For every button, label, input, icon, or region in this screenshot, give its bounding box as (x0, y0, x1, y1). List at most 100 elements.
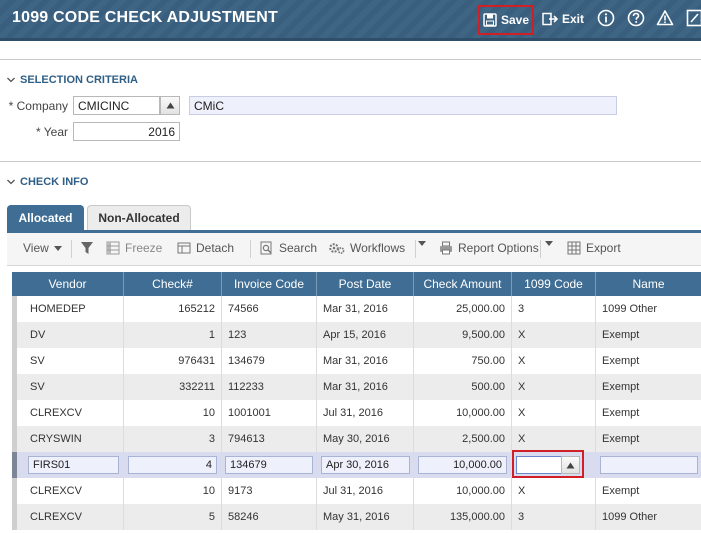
1099-code-cell[interactable]: X (512, 400, 596, 426)
row-selector[interactable] (12, 504, 17, 530)
table-row[interactable]: CLREXCV 5 58246 May 31, 2016 135,000.00 … (12, 504, 701, 530)
post-date-cell: Apr 15, 2016 (317, 322, 414, 348)
row-selector[interactable] (12, 426, 17, 452)
column-header-name[interactable]: Name (596, 272, 701, 296)
selection-criteria-header[interactable]: SELECTION CRITERIA (6, 74, 138, 86)
exit-label: Exit (562, 12, 585, 26)
check-info-header[interactable]: CHECK INFO (6, 176, 88, 188)
1099-code-cell[interactable]: 3 (512, 296, 596, 322)
vendor-cell: CLREXCV (24, 400, 124, 426)
name-cell: Exempt (602, 329, 640, 341)
info-icon[interactable] (597, 9, 615, 27)
header-divider (0, 38, 701, 41)
1099-code-cell[interactable]: X (512, 374, 596, 400)
workflows-menu-button[interactable] (418, 241, 426, 246)
name-cell: Exempt (602, 381, 640, 393)
name-cell: Exempt (602, 433, 640, 445)
check-number-cell: 976431 (124, 348, 222, 374)
post-date-cell: Mar 31, 2016 (317, 296, 414, 322)
1099-code-cell[interactable]: X (512, 478, 596, 504)
row-selector[interactable] (12, 322, 17, 348)
table-row[interactable]: HOMEDEP 165212 74566 Mar 31, 2016 25,000… (12, 296, 701, 322)
row-selector[interactable] (12, 296, 17, 322)
report-options-label: Report Options (458, 241, 539, 255)
row-selector[interactable] (12, 452, 17, 478)
exit-icon (542, 12, 558, 26)
column-header-check-amount[interactable]: Check Amount (414, 272, 512, 296)
vendor-cell: HOMEDEP (24, 296, 124, 322)
page-title: 1099 CODE CHECK ADJUSTMENT (12, 9, 278, 26)
gear-icon (329, 243, 345, 254)
freeze-button[interactable]: Freeze (106, 241, 162, 255)
help-icon[interactable] (627, 9, 645, 27)
row-selector[interactable] (12, 478, 17, 504)
table-row[interactable]: CLREXCV 10 9173 Jul 31, 2016 10,000.00 X… (12, 478, 701, 504)
caret-down-icon (53, 245, 62, 251)
1099-code-cell[interactable]: 3 (512, 504, 596, 530)
report-options-button[interactable]: Report Options (439, 241, 539, 255)
table-row-selected[interactable] (12, 450, 701, 478)
name-input (600, 456, 698, 474)
view-menu-button[interactable]: View (23, 241, 62, 255)
toolbar-separator (250, 240, 251, 258)
check-number-cell: 1 (124, 322, 222, 348)
table-row[interactable]: CRYSWIN 3 794613 May 30, 2016 2,500.00 X… (12, 426, 701, 452)
post-date-cell: Mar 31, 2016 (317, 348, 414, 374)
row-selector[interactable] (12, 374, 17, 400)
tab-non-allocated[interactable]: Non-Allocated (87, 205, 191, 230)
row-selector[interactable] (12, 348, 17, 374)
export-button[interactable]: Export (567, 241, 621, 255)
detach-button[interactable]: Detach (177, 241, 234, 255)
column-header-vendor[interactable]: Vendor (12, 272, 124, 296)
check-number-input[interactable] (128, 456, 217, 474)
check-number-cell: 10 (124, 400, 222, 426)
tab-allocated[interactable]: Allocated (7, 205, 84, 230)
check-amount-input[interactable] (418, 456, 507, 474)
name-cell: Exempt (602, 485, 640, 497)
post-date-cell: May 30, 2016 (317, 426, 414, 452)
chevron-down-icon (7, 179, 15, 185)
toolbar-separator (415, 240, 416, 258)
invoice-code-cell: 134679 (222, 348, 317, 374)
company-code-field[interactable]: CMICINC (73, 96, 160, 115)
invoice-code-cell: 74566 (222, 296, 317, 322)
vendor-input[interactable] (28, 456, 119, 474)
1099-code-cell[interactable]: X (512, 322, 596, 348)
column-header-1099-code[interactable]: 1099 Code (512, 272, 596, 296)
edit-icon[interactable] (686, 9, 701, 27)
invoice-code-cell: 112233 (222, 374, 317, 400)
table-row[interactable]: SV 332211 112233 Mar 31, 2016 500.00 X E… (12, 374, 701, 400)
search-button[interactable]: Search (260, 241, 317, 255)
column-header-invoice-code[interactable]: Invoice Code (222, 272, 317, 296)
company-label: * Company (8, 99, 68, 113)
invoice-code-input[interactable] (225, 456, 313, 474)
year-label: * Year (35, 125, 68, 139)
check-info-title: CHECK INFO (20, 176, 89, 188)
filter-button[interactable] (80, 241, 94, 255)
caret-down-icon (418, 241, 426, 246)
table-row[interactable]: CLREXCV 10 1001001 Jul 31, 2016 10,000.0… (12, 400, 701, 426)
row-selector[interactable] (12, 400, 17, 426)
table-row[interactable]: DV 1 123 Apr 15, 2016 9,500.00 X Exempt (12, 322, 701, 348)
freeze-label: Freeze (125, 241, 163, 255)
toolbar-separator (540, 240, 541, 258)
save-button[interactable]: Save (478, 5, 534, 35)
company-lov-button[interactable] (160, 96, 180, 115)
1099-code-cell[interactable]: X (512, 426, 596, 452)
year-field[interactable]: 2016 (73, 122, 180, 141)
spreadsheet-icon (567, 241, 581, 255)
check-amount-cell: 10,000.00 (414, 478, 512, 504)
workflows-button[interactable]: Workflows (328, 241, 405, 255)
vendor-cell: CRYSWIN (24, 426, 124, 452)
1099-code-cell[interactable]: X (512, 348, 596, 374)
vendor-cell: DV (24, 322, 124, 348)
invoice-code-cell: 58246 (222, 504, 317, 530)
column-header-post-date[interactable]: Post Date (317, 272, 414, 296)
column-header-check-number[interactable]: Check# (124, 272, 222, 296)
warning-icon[interactable] (656, 9, 674, 27)
exit-button[interactable]: Exit (542, 7, 584, 31)
report-options-menu-button[interactable] (545, 241, 553, 246)
check-amount-cell: 750.00 (414, 348, 512, 374)
post-date-input[interactable] (321, 456, 410, 474)
table-row[interactable]: SV 976431 134679 Mar 31, 2016 750.00 X E… (12, 348, 701, 374)
